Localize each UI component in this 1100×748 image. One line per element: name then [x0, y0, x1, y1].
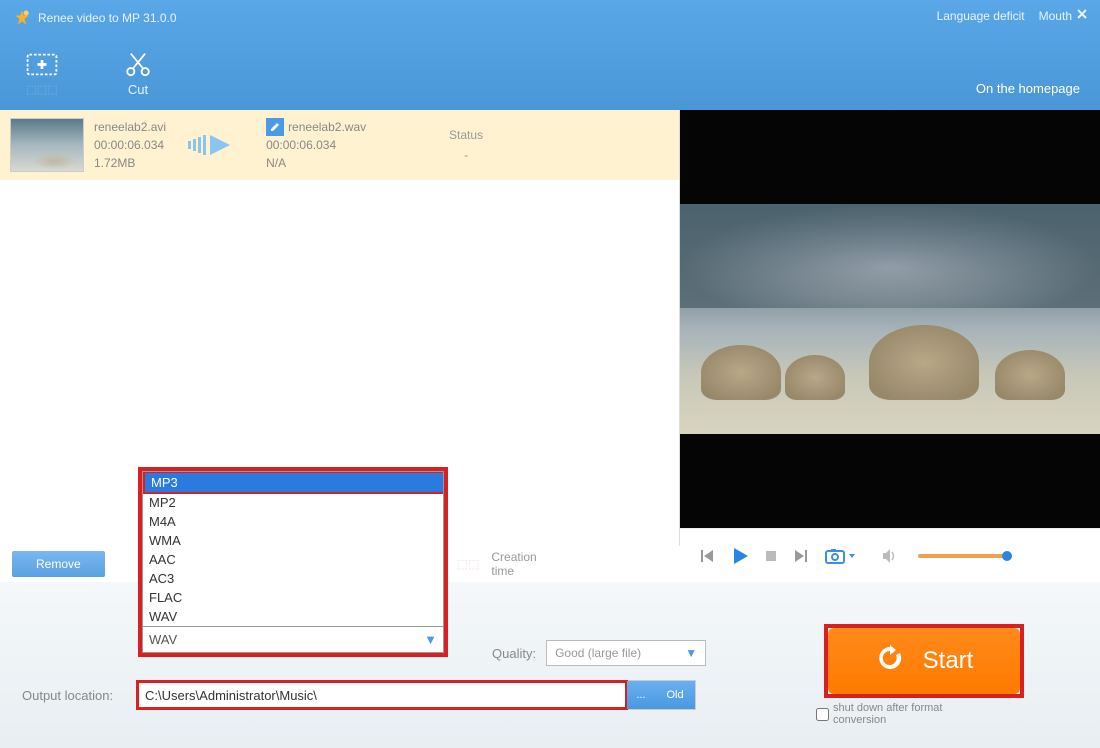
app-logo-icon: [12, 8, 32, 28]
snapshot-button[interactable]: [824, 547, 856, 565]
toolbar: ⬚⬚⬚ Cut: [0, 36, 1100, 110]
format-options-list[interactable]: MP3 MP2 M4A WMA AAC AC3 FLAC WAV: [142, 471, 444, 627]
target-size: N/A: [266, 154, 426, 172]
preview-pane: [680, 110, 1100, 582]
source-filename: reneelab2.avi: [94, 118, 166, 136]
target-duration: 00:00:06.034: [266, 136, 426, 154]
chevron-down-icon: ▼: [424, 632, 437, 647]
quality-value: Good (large file): [555, 646, 641, 660]
convert-arrow-icon: [176, 133, 256, 157]
status-header: Status: [436, 128, 496, 142]
browse-button[interactable]: ...: [627, 681, 655, 709]
open-folder-button[interactable]: Old: [655, 681, 695, 709]
add-file-label: ⬚⬚⬚: [26, 83, 57, 96]
app-title: Renee video to MP 31.0.0: [38, 11, 177, 25]
format-current[interactable]: WAV ▼: [142, 627, 444, 653]
format-current-value: WAV: [149, 632, 177, 647]
start-button[interactable]: Start: [828, 628, 1020, 694]
file-row[interactable]: reneelab2.avi 00:00:06.034 1.72MB reneel…: [0, 110, 679, 180]
chevron-down-icon: ▼: [685, 646, 697, 660]
refresh-icon: [875, 643, 905, 680]
scissors-icon: [120, 50, 156, 78]
target-info: reneelab2.wav 00:00:06.034 N/A: [266, 118, 426, 172]
source-size: 1.72MB: [94, 154, 166, 172]
format-option-mp2[interactable]: MP2: [143, 493, 443, 512]
close-icon[interactable]: [1076, 8, 1088, 23]
output-label: Output location:: [22, 688, 122, 703]
start-label: Start: [923, 647, 974, 675]
stop-button[interactable]: [764, 549, 778, 563]
volume-slider[interactable]: [918, 554, 1008, 558]
player-controls: [680, 528, 1100, 582]
source-info: reneelab2.avi 00:00:06.034 1.72MB: [94, 118, 166, 172]
format-option-m4a[interactable]: M4A: [143, 512, 443, 531]
volume-icon[interactable]: [880, 547, 898, 565]
status-column: Status -: [436, 128, 496, 162]
header-right: Language deficit Mouth: [937, 8, 1088, 23]
source-thumbnail: [10, 118, 84, 172]
chevron-down-icon: [848, 552, 856, 560]
cut-label: Cut: [128, 82, 148, 97]
add-file-icon: [24, 51, 60, 79]
shutdown-checkbox-row[interactable]: shut down after format conversion: [816, 702, 996, 726]
format-dropdown[interactable]: MP3 MP2 M4A WMA AAC AC3 FLAC WAV WAV ▼: [138, 467, 448, 657]
homepage-link[interactable]: On the homepage: [976, 81, 1080, 96]
format-option-mp3[interactable]: MP3: [143, 471, 443, 494]
app-header: Renee video to MP 31.0.0 Language defici…: [0, 0, 1100, 110]
window-controls: Mouth: [1039, 8, 1088, 23]
edit-icon[interactable]: [266, 118, 284, 136]
language-link[interactable]: Language deficit: [937, 9, 1025, 23]
format-option-wma[interactable]: WMA: [143, 531, 443, 550]
format-option-ac3[interactable]: AC3: [143, 569, 443, 588]
mouth-label[interactable]: Mouth: [1039, 9, 1072, 23]
output-row: Output location: ... Old: [22, 680, 696, 710]
format-option-aac[interactable]: AAC: [143, 550, 443, 569]
format-option-flac[interactable]: FLAC: [143, 588, 443, 607]
creation-time-label[interactable]: Creation time: [491, 550, 558, 578]
output-path-input[interactable]: [136, 680, 628, 710]
quality-select[interactable]: Good (large file) ▼: [546, 640, 706, 666]
shutdown-checkbox[interactable]: [816, 703, 829, 726]
prev-button[interactable]: [698, 547, 716, 565]
preview-image: [680, 204, 1100, 434]
faded-action: ⬚⬚: [457, 557, 480, 571]
quality-section: Quality: Good (large file) ▼: [492, 640, 706, 666]
quality-label: Quality:: [492, 646, 536, 661]
output-input-wrap: ... Old: [136, 680, 696, 710]
next-button[interactable]: [792, 547, 810, 565]
source-duration: 00:00:06.034: [94, 136, 166, 154]
play-button[interactable]: [730, 546, 750, 566]
start-button-wrap: Start: [824, 624, 1024, 698]
remove-button[interactable]: Remove: [12, 551, 105, 577]
status-value: -: [436, 148, 496, 162]
format-option-wav[interactable]: WAV: [143, 607, 443, 626]
cut-button[interactable]: Cut: [120, 50, 156, 97]
shutdown-label: shut down after format conversion: [833, 702, 996, 726]
title-bar: Renee video to MP 31.0.0: [0, 0, 1100, 36]
target-filename: reneelab2.wav: [288, 118, 366, 136]
add-file-button[interactable]: ⬚⬚⬚: [24, 51, 60, 96]
